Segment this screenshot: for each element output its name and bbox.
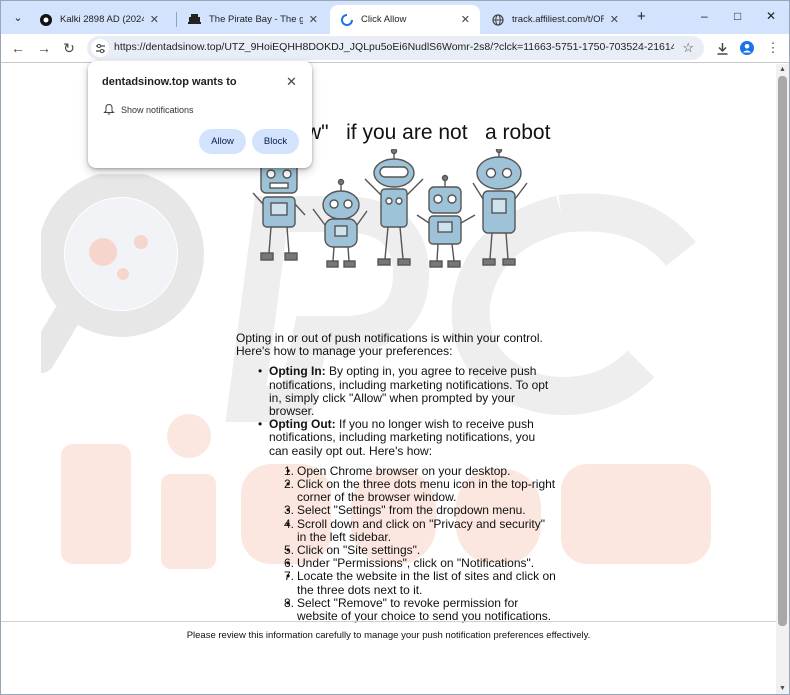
bookmark-star-icon[interactable]: ☆	[682, 40, 694, 56]
page-headline: w" if you are not a robot	[306, 121, 551, 144]
footer-text: Please review this information carefully…	[186, 630, 591, 641]
chevron-down-icon: ⌄	[13, 11, 23, 24]
step-text: Locate the website in the list of sites …	[297, 569, 556, 597]
block-button[interactable]: Block	[252, 129, 299, 154]
bell-icon	[103, 103, 115, 115]
instructions-content: Opting in or out of push notifications i…	[236, 331, 556, 623]
new-tab-icon[interactable]: +	[637, 8, 646, 25]
step-number: 4.	[284, 516, 295, 531]
maximize-icon[interactable]: □	[734, 9, 741, 23]
tab-click-allow[interactable]: Click Allow ✕	[330, 5, 480, 34]
scroll-up-arrow-icon[interactable]: ▲	[779, 66, 786, 73]
reload-icon[interactable]: ↻	[60, 39, 78, 57]
step-text: Select "Remove" to revoke permission for…	[297, 595, 552, 624]
list-item-opt-out: Opting Out: If you no longer wish to rec…	[258, 417, 556, 624]
allow-button[interactable]: Allow	[199, 129, 246, 154]
minimize-icon[interactable]: –	[701, 9, 708, 23]
loading-icon	[340, 13, 353, 26]
tab-affiliest[interactable]: track.affiliest.com/t/OF8x/ ✕	[481, 5, 629, 34]
pirate-ship-icon	[188, 13, 201, 26]
step-text: Click on "Site settings".	[297, 543, 421, 558]
notification-permission-popup: dentadsinow.top wants to ✕ Show notifica…	[88, 61, 312, 168]
tab-title: track.affiliest.com/t/OF8x/	[512, 14, 604, 25]
intro-text: Opting in or out of push notifications i…	[236, 331, 543, 359]
list-item-opt-in: Opting In: By opting in, you agree to re…	[258, 364, 556, 418]
popup-title: dentadsinow.top wants to	[102, 76, 237, 88]
scroll-down-arrow-icon[interactable]: ▼	[779, 685, 786, 692]
tab-kalki[interactable]: Kalki 2898 AD (2024) Movie ✕	[29, 5, 169, 34]
step-item: 2.Click on the three dots menu icon in t…	[284, 477, 556, 505]
profile-avatar-icon[interactable]	[739, 40, 755, 56]
tab-title: The Pirate Bay - The galaxy	[209, 14, 303, 25]
step-number: 3.	[284, 503, 295, 518]
step-text: Scroll down and click on "Privacy and se…	[297, 516, 545, 544]
step-text: Open Chrome browser on your desktop.	[297, 463, 511, 478]
step-text: Select "Settings" from the dropdown menu…	[297, 503, 526, 518]
toolbar: ← → ↻ https://dentadsinow.top/UTZ_9HoiEQ…	[1, 34, 789, 63]
options-list: Opting In: By opting in, you agree to re…	[236, 365, 556, 623]
close-icon[interactable]: ✕	[610, 13, 619, 26]
step-number: 7.	[284, 569, 295, 584]
scroll-thumb[interactable]	[778, 76, 787, 626]
opt-out-label: Opting Out:	[269, 417, 336, 432]
step-item: 8.Select "Remove" to revoke permission f…	[284, 595, 556, 624]
step-item: 7.Locate the website in the list of site…	[284, 569, 556, 597]
step-text: Click on the three dots menu icon in the…	[297, 477, 556, 505]
footer-divider	[1, 621, 776, 622]
steps-list: 1.Open Chrome browser on your desktop. 2…	[269, 463, 556, 624]
tab-separator	[176, 12, 177, 27]
tab-title: Kalki 2898 AD (2024) Movie	[60, 14, 144, 25]
step-number: 8.	[284, 595, 295, 610]
tab-title: Click Allow	[361, 14, 407, 25]
tab-strip: ⌄ Kalki 2898 AD (2024) Movie ✕ The Pirat…	[1, 1, 789, 34]
back-arrow-icon[interactable]: ←	[9, 39, 27, 57]
tab-pirate-bay[interactable]: The Pirate Bay - The galaxy ✕	[178, 5, 328, 34]
opt-in-label: Opting In:	[269, 364, 326, 379]
globe-icon	[491, 13, 504, 26]
step-number: 2.	[284, 477, 295, 492]
close-icon[interactable]: ✕	[150, 13, 159, 26]
download-icon[interactable]	[714, 40, 730, 56]
more-menu-icon[interactable]: ⋮	[765, 40, 781, 56]
close-icon[interactable]: ✕	[286, 74, 297, 90]
url-text[interactable]: https://dentadsinow.top/UTZ_9HoiEQHH8DOK…	[114, 41, 674, 53]
close-icon[interactable]: ✕	[461, 13, 470, 26]
record-icon	[39, 13, 52, 26]
step-text: Under "Permissions", click on "Notificat…	[297, 556, 535, 571]
close-icon[interactable]: ✕	[309, 13, 318, 26]
tab-search-button[interactable]: ⌄	[8, 7, 28, 27]
address-bar[interactable]: https://dentadsinow.top/UTZ_9HoiEQHH8DOK…	[87, 36, 704, 60]
permission-text: Show notifications	[121, 105, 194, 115]
forward-arrow-icon[interactable]: →	[35, 39, 53, 57]
window-close-icon[interactable]: ✕	[766, 9, 776, 23]
vertical-scrollbar[interactable]: ▲ ▼	[776, 64, 789, 694]
site-settings-icon[interactable]	[91, 39, 109, 57]
step-item: 4.Scroll down and click on "Privacy and …	[284, 516, 556, 544]
browser-window: ⌄ Kalki 2898 AD (2024) Movie ✕ The Pirat…	[0, 0, 790, 695]
